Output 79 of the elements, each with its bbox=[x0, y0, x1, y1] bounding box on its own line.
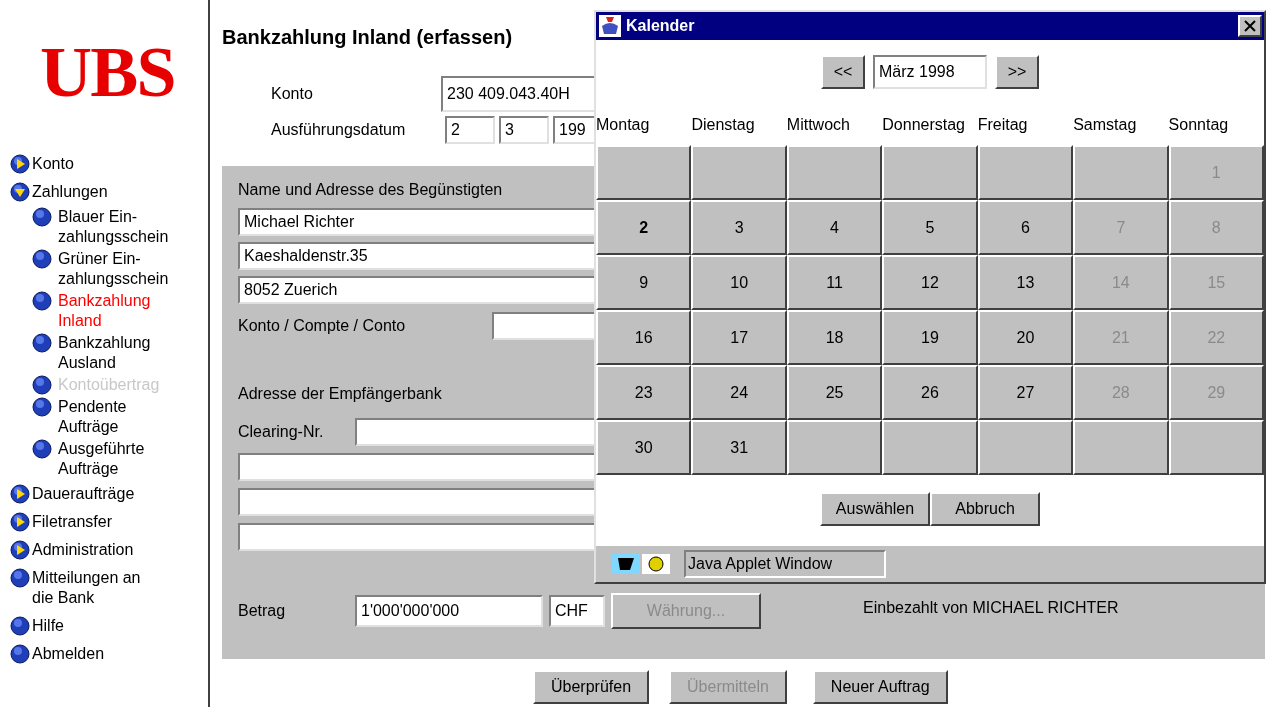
day-cell[interactable]: 24 bbox=[691, 365, 787, 420]
day-cell[interactable]: 11 bbox=[786, 255, 883, 310]
day-cell[interactable]: 25 bbox=[786, 365, 883, 420]
day-cell[interactable]: 5 bbox=[882, 200, 978, 255]
nav-item[interactable]: Administration bbox=[32, 540, 134, 560]
day-cell[interactable]: 13 bbox=[977, 255, 1074, 310]
month-field[interactable]: März 1998 bbox=[873, 55, 987, 89]
amount-field[interactable]: 1'000'000'000 bbox=[355, 595, 543, 627]
bullet-icon bbox=[32, 249, 52, 269]
day-cell[interactable]: 2 bbox=[596, 200, 692, 255]
dialog-button[interactable]: Auswählen bbox=[820, 492, 930, 526]
nav-item[interactable]: Filetransfer bbox=[32, 512, 113, 532]
day-cell[interactable]: 19 bbox=[882, 310, 978, 365]
field-label: Ausführungsdatum bbox=[271, 120, 407, 140]
day-cell[interactable]: 31 bbox=[691, 420, 787, 475]
nav-subitem[interactable]: Pendente Aufträge bbox=[58, 397, 127, 437]
weekday-label: Mittwoch bbox=[786, 115, 851, 135]
nav-item[interactable]: Mitteilungen an die Bank bbox=[32, 568, 141, 608]
java-status-icon bbox=[612, 553, 670, 575]
logo: UBS bbox=[40, 36, 176, 108]
nav-subitem[interactable]: Bankzahlung Inland bbox=[58, 291, 151, 331]
day-cell[interactable]: 18 bbox=[786, 310, 883, 365]
day-cell[interactable]: 26 bbox=[882, 365, 978, 420]
day-cell[interactable]: 12 bbox=[882, 255, 978, 310]
previous-month-button[interactable]: << bbox=[821, 55, 865, 89]
day-cell[interactable]: 9 bbox=[596, 255, 692, 310]
bullet-icon bbox=[32, 333, 52, 353]
bullet-icon bbox=[32, 291, 52, 311]
day-cell[interactable]: 17 bbox=[691, 310, 787, 365]
field-label: Clearing-Nr. bbox=[238, 422, 325, 442]
nav-subitem[interactable]: Grüner Ein- zahlungsschein bbox=[58, 249, 169, 289]
nav-item[interactable]: Konto bbox=[32, 154, 74, 174]
close-button[interactable] bbox=[1238, 15, 1262, 37]
day-field[interactable]: 2 bbox=[445, 116, 495, 144]
day-cell[interactable]: 20 bbox=[977, 310, 1074, 365]
day-cell[interactable]: 27 bbox=[977, 365, 1074, 420]
form-button[interactable]: Neuer Auftrag bbox=[812, 670, 948, 704]
next-month-button[interactable]: >> bbox=[995, 55, 1039, 89]
nav-item[interactable]: Hilfe bbox=[32, 616, 64, 636]
app-icon bbox=[598, 14, 622, 38]
weekday-label: Sonntag bbox=[1168, 115, 1230, 135]
status-text: Java Applet Window bbox=[684, 550, 886, 578]
bullet-icon bbox=[10, 644, 30, 664]
section-heading: Adresse der Empfängerbank bbox=[238, 384, 442, 404]
weekday-label: Samstag bbox=[1073, 115, 1138, 135]
window-title: Kalender bbox=[626, 16, 695, 36]
bullet-icon bbox=[32, 375, 52, 395]
nav-item[interactable]: Daueraufträge bbox=[32, 484, 135, 504]
day-cell[interactable]: 4 bbox=[786, 200, 883, 255]
field-label: Betrag bbox=[238, 601, 287, 621]
day-cell[interactable]: 10 bbox=[691, 255, 787, 310]
section-heading: Name und Adresse des Begünstigten bbox=[238, 180, 503, 200]
nav-subitem[interactable]: Bankzahlung Ausland bbox=[58, 333, 151, 373]
close-icon bbox=[1244, 20, 1256, 32]
page-title: Bankzahlung Inland (erfassen) bbox=[222, 25, 513, 50]
month-field[interactable]: 3 bbox=[499, 116, 549, 144]
bullet-icon bbox=[10, 568, 30, 588]
weekday-label: Dienstag bbox=[691, 115, 756, 135]
dialog-button[interactable]: Abbruch bbox=[930, 492, 1040, 526]
day-cell[interactable]: 6 bbox=[977, 200, 1074, 255]
weekday-label: Donnerstag bbox=[882, 115, 966, 135]
field-label: Konto bbox=[271, 84, 314, 104]
bullet-icon bbox=[10, 616, 30, 636]
field-label: Konto / Compte / Conto bbox=[238, 316, 407, 336]
bullet-icon bbox=[32, 397, 52, 417]
nav-item[interactable]: Abmelden bbox=[32, 644, 105, 664]
nav-subitem[interactable]: Blauer Ein- zahlungsschein bbox=[58, 207, 169, 247]
day-cell[interactable]: 23 bbox=[596, 365, 692, 420]
nav-item[interactable]: Zahlungen bbox=[32, 182, 108, 202]
weekday-label: Freitag bbox=[977, 115, 1029, 135]
form-button[interactable]: Überprüfen bbox=[533, 670, 650, 704]
day-cell[interactable]: 30 bbox=[596, 420, 692, 475]
day-cell[interactable]: 3 bbox=[691, 200, 787, 255]
bullet-icon bbox=[32, 439, 52, 459]
day-cell[interactable]: 16 bbox=[596, 310, 692, 365]
bullet-icon bbox=[32, 207, 52, 227]
currency-field[interactable]: CHF bbox=[549, 595, 605, 627]
payer-note: Einbezahlt von MICHAEL RICHTER bbox=[863, 598, 1119, 618]
nav-subitem[interactable]: Ausgeführte Aufträge bbox=[58, 439, 145, 479]
